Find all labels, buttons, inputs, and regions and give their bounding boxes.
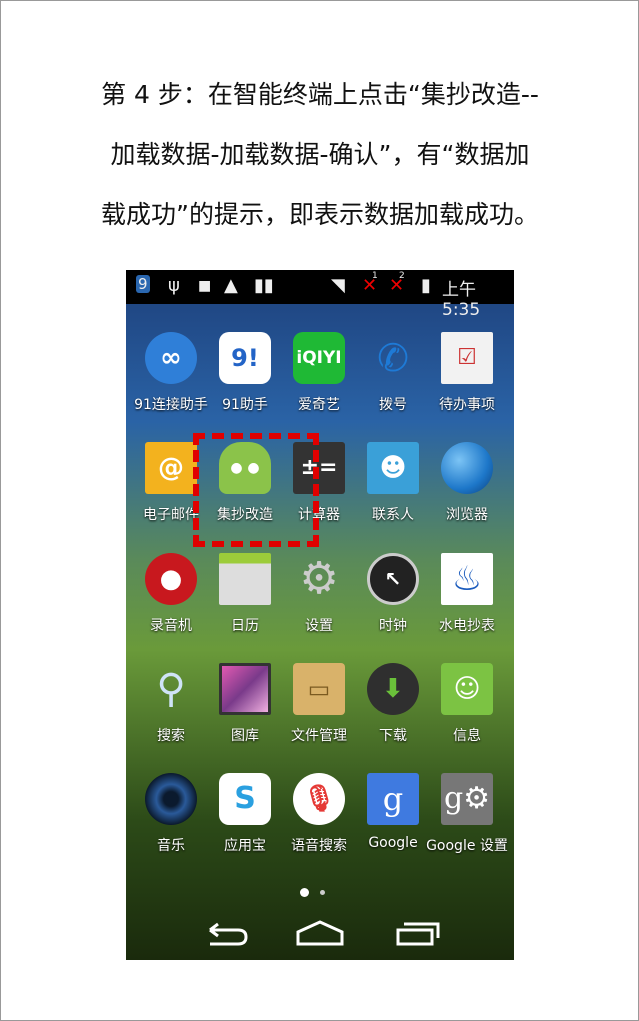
app-91-assistant[interactable]: 9! 91助手 — [208, 332, 282, 432]
calendar-icon — [219, 553, 271, 605]
app-search[interactable]: ⚲ 搜索 — [134, 663, 208, 763]
highlight-box — [193, 433, 319, 547]
app-app-store[interactable]: S 应用宝 — [208, 773, 282, 873]
wifi-icon: ◥ — [331, 275, 345, 296]
sim1-label: 1 — [372, 271, 378, 281]
app-recorder[interactable]: ● 录音机 — [134, 553, 208, 653]
instruction-line-3: 载成功”的提示，即表示数据加载成功。 — [101, 200, 539, 229]
app-todo[interactable]: ☑ 待办事项 — [430, 332, 504, 432]
app-messaging[interactable]: ☺ 信息 — [430, 663, 504, 763]
google-settings-icon: g⚙ — [441, 773, 493, 825]
app-label: 浏览器 — [446, 507, 488, 523]
todo-icon: ☑ — [441, 332, 493, 384]
status-time: 上午5:35 — [442, 280, 481, 320]
app-music[interactable]: 音乐 — [134, 773, 208, 873]
storage-icon: ▮▮ — [254, 275, 274, 296]
page-dot — [320, 890, 326, 895]
gallery-icon — [219, 663, 271, 715]
meter-reading-icon: ♨ — [441, 553, 493, 605]
sim2-label: 2 — [399, 271, 405, 281]
voice-search-icon: 🎙 — [293, 773, 345, 825]
91-assistant-icon: 9! — [219, 332, 271, 384]
app-label: 待办事项 — [439, 397, 495, 413]
app-browser[interactable]: 浏览器 — [430, 442, 504, 542]
recorder-icon: ● — [145, 553, 197, 605]
messaging-icon: ☺ — [441, 663, 493, 715]
page-dot-active — [300, 888, 309, 897]
phone-screenshot: 9 ψ ■ ▲ ▮▮ ◥ ✕ 1 ✕ 2 ▮ 上午5:35 ∞ 91连接助手 9… — [126, 270, 514, 960]
clock-icon: ↖ — [367, 553, 419, 605]
app-settings[interactable]: ⚙ 设置 — [282, 553, 356, 653]
settings-icon: ⚙ — [299, 553, 339, 604]
app-dialer[interactable]: ✆ 拨号 — [356, 332, 430, 432]
app-google[interactable]: g Google — [356, 773, 430, 873]
warning-icon: ▲ — [224, 275, 238, 296]
91-connect-icon: ∞ — [145, 332, 197, 384]
app-91-connect[interactable]: ∞ 91连接助手 — [134, 332, 208, 432]
music-icon — [145, 773, 197, 825]
lock-icon: ■ — [198, 278, 212, 294]
navigation-bar — [126, 900, 514, 960]
app-voice-search[interactable]: 🎙 语音搜索 — [282, 773, 356, 873]
app-label: 水电抄表 — [439, 618, 495, 634]
app-iqiyi[interactable]: iQIYI 爱奇艺 — [282, 332, 356, 432]
page-indicator — [300, 882, 326, 901]
app-file-manager[interactable]: ▭ 文件管理 — [282, 663, 356, 763]
email-icon: @ — [145, 442, 197, 494]
app-meter-reading[interactable]: ♨ 水电抄表 — [430, 553, 504, 653]
app-label: Google 设置 — [426, 838, 508, 854]
phone-icon: ✆ — [377, 336, 409, 380]
notification-icon: 9 — [136, 275, 150, 293]
instruction-line-2: 加载数据-加载数据-确认”，有“数据加 — [110, 140, 530, 169]
recents-icon — [396, 922, 440, 946]
app-gallery[interactable]: 图库 — [208, 663, 282, 763]
search-icon: ⚲ — [156, 666, 186, 712]
usb-icon: ψ — [168, 275, 180, 296]
back-icon — [209, 922, 248, 946]
app-calendar[interactable]: 日历 — [208, 553, 282, 653]
app-clock[interactable]: ↖ 时钟 — [356, 553, 430, 653]
instruction-line-1: 第 4 步：在智能终端上点击“集抄改造-- — [101, 80, 539, 109]
home-icon — [296, 920, 344, 946]
status-bar: 9 ψ ■ ▲ ▮▮ ◥ ✕ 1 ✕ 2 ▮ 上午5:35 — [126, 270, 514, 320]
app-contacts[interactable]: ☻ 联系人 — [356, 442, 430, 542]
browser-icon — [441, 442, 493, 494]
battery-icon: ▮ — [421, 275, 431, 296]
app-download[interactable]: ⬇ 下载 — [356, 663, 430, 763]
google-icon: g — [367, 773, 419, 825]
iqiyi-icon: iQIYI — [293, 332, 345, 384]
file-manager-icon: ▭ — [293, 663, 345, 715]
contacts-icon: ☻ — [367, 442, 419, 494]
nav-icons — [209, 920, 440, 946]
app-store-icon: S — [219, 773, 271, 825]
app-label: 信息 — [453, 728, 481, 744]
download-icon: ⬇ — [367, 663, 419, 715]
app-google-settings[interactable]: g⚙ Google 设置 — [426, 773, 508, 873]
